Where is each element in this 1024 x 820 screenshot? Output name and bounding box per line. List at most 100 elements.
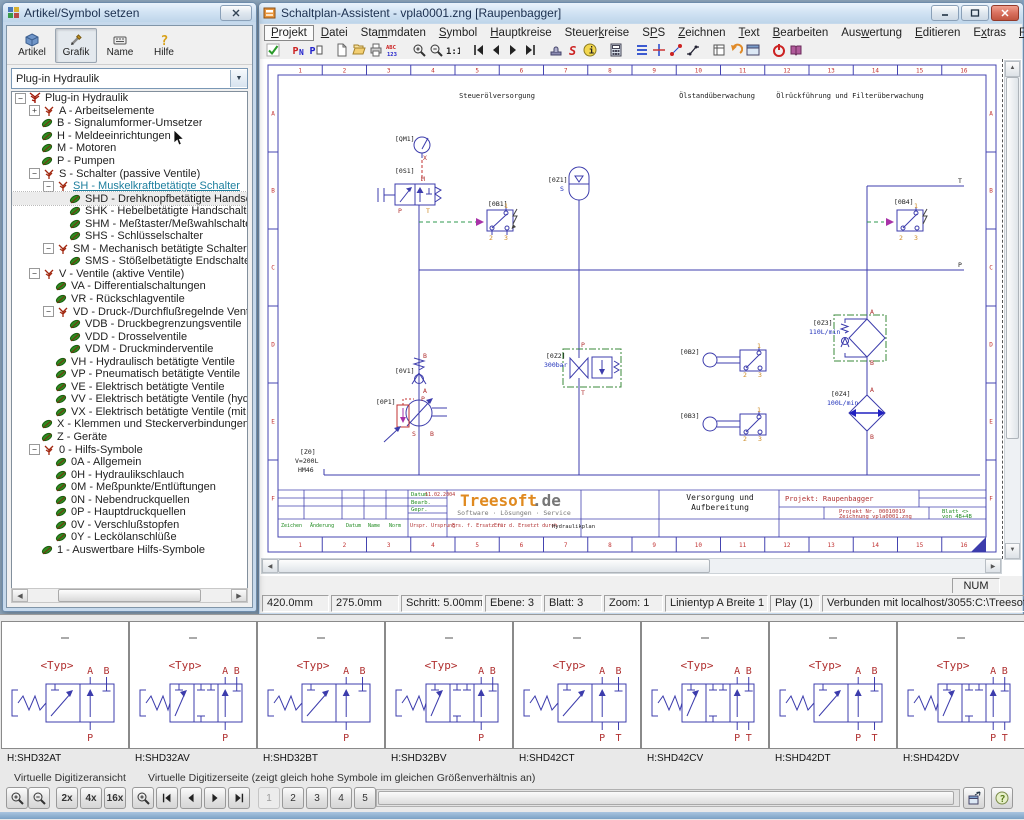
- zoom-factor-4x-button[interactable]: 4x: [80, 787, 102, 809]
- menu-sps[interactable]: SPS: [636, 26, 671, 40]
- menu-extras[interactable]: Extras: [967, 26, 1012, 40]
- pn-icon[interactable]: PN: [290, 42, 307, 58]
- accumulator-0z1[interactable]: [569, 167, 589, 200]
- menu-editieren[interactable]: Editieren: [909, 26, 966, 40]
- switch-0b3[interactable]: [703, 411, 766, 435]
- vscroll-thumb[interactable]: [1006, 77, 1019, 439]
- sheet-icon[interactable]: [710, 42, 727, 58]
- palette-titlebar[interactable]: Artikel/Symbol setzen: [3, 3, 256, 22]
- last-page-button[interactable]: [228, 787, 250, 809]
- tree-item[interactable]: −S - Schalter (passive Ventile): [12, 167, 247, 180]
- menu-bearbeiten[interactable]: Bearbeiten: [767, 26, 835, 40]
- page-1-button[interactable]: 1: [258, 787, 280, 809]
- palette-close-button[interactable]: [220, 5, 252, 21]
- grafik-button[interactable]: Grafik: [55, 28, 97, 63]
- zoom-in-icon[interactable]: [410, 42, 427, 58]
- tree-item[interactable]: 0M - Meßpunkte/Entlüftungen: [12, 481, 247, 494]
- tree-item[interactable]: P - Pumpen: [12, 155, 247, 168]
- tree-item[interactable]: VX - Elektrisch betätigte Ventile (mit e…: [12, 406, 247, 419]
- collapse-toggle[interactable]: −: [15, 93, 26, 104]
- zoom-factor-16x-button[interactable]: 16x: [104, 787, 126, 809]
- stamp-icon[interactable]: [547, 42, 564, 58]
- tree-item[interactable]: Z - Geräte: [12, 431, 247, 444]
- hscroll-thumb[interactable]: [278, 559, 710, 573]
- digitizer-magnify-button[interactable]: [132, 787, 154, 809]
- tree-item[interactable]: VV - Elektrisch betätigte Ventile (hydra…: [12, 393, 247, 406]
- menu-auswertung[interactable]: Auswertung: [835, 26, 908, 40]
- new-doc-icon[interactable]: [333, 42, 350, 58]
- tree-item[interactable]: H - Meldeeinrichtungen: [12, 130, 247, 143]
- switch-0b4[interactable]: [867, 207, 927, 231]
- undo-icon[interactable]: [727, 42, 744, 58]
- tree-item[interactable]: −VD - Druck-/Durchflußregelnde Ventile: [12, 305, 247, 318]
- canvas-hscrollbar[interactable]: ◀ ▶: [261, 558, 1002, 574]
- tree-hscroll-thumb[interactable]: [58, 589, 201, 602]
- potential-icon[interactable]: [667, 42, 684, 58]
- scroll-left-arrow[interactable]: ◀: [262, 559, 278, 573]
- menu-hauptkreise[interactable]: Hauptkreise: [484, 26, 557, 40]
- collapse-toggle[interactable]: −: [29, 268, 40, 279]
- relief-valve-0z2[interactable]: [563, 349, 621, 387]
- menu-datei[interactable]: Datei: [315, 26, 354, 40]
- tree-scroll-left[interactable]: ◀: [12, 589, 28, 602]
- collapse-toggle[interactable]: −: [43, 181, 54, 192]
- tree-scroll-right[interactable]: ▶: [231, 589, 247, 602]
- drawing-canvas[interactable]: 1122334455667788991010111112121313141415…: [260, 59, 1022, 575]
- nav-next-icon[interactable]: [504, 42, 521, 58]
- menu-symbol[interactable]: Symbol: [433, 26, 483, 40]
- nav-first-icon[interactable]: [470, 42, 487, 58]
- tree-item[interactable]: 0A - Allgemein: [12, 456, 247, 469]
- collapse-toggle[interactable]: −: [43, 306, 54, 317]
- page-5-button[interactable]: 5: [354, 787, 376, 809]
- close-button[interactable]: [991, 5, 1019, 21]
- menu-zeichnen[interactable]: Zeichnen: [672, 26, 731, 40]
- export-window-button[interactable]: [963, 787, 985, 809]
- digitizer-help-button[interactable]: ?: [991, 787, 1013, 809]
- digitizer-zoom-out-button[interactable]: [28, 787, 50, 809]
- minimize-button[interactable]: [931, 5, 959, 21]
- filter-0z3[interactable]: [834, 315, 886, 361]
- print-icon[interactable]: [367, 42, 384, 58]
- symbol-preview-cell[interactable]: <Typ>ABPT: [513, 621, 641, 749]
- calculator-icon[interactable]: [607, 42, 624, 58]
- artikel-button[interactable]: Artikel: [11, 28, 53, 63]
- tree-item[interactable]: −0 - Hilfs-Symbole: [12, 443, 247, 456]
- menu-projekt[interactable]: Projekt: [264, 25, 314, 41]
- menu-steuerkreise[interactable]: Steuerkreise: [559, 26, 636, 40]
- apply-check-icon[interactable]: [264, 42, 281, 58]
- digitizer-zoom-in-button[interactable]: [6, 787, 28, 809]
- tree-item[interactable]: 0P - Hauptdruckquellen: [12, 506, 247, 519]
- open-folder-icon[interactable]: [350, 42, 367, 58]
- zoom-factor-2x-button[interactable]: 2x: [56, 787, 78, 809]
- symbol-preview-cell[interactable]: <Typ>ABP: [257, 621, 385, 749]
- nav-last-icon[interactable]: [521, 42, 538, 58]
- cross-icon[interactable]: [650, 42, 667, 58]
- maximize-button[interactable]: [961, 5, 989, 21]
- switch-0b1[interactable]: [487, 207, 517, 235]
- scroll-up-arrow[interactable]: ▲: [1005, 61, 1020, 77]
- window-icon[interactable]: [744, 42, 761, 58]
- zoom-1-1-icon[interactable]: 1:1: [444, 42, 461, 58]
- tree-hscrollbar[interactable]: ◀ ▶: [11, 588, 248, 603]
- symbol-preview-cell[interactable]: <Typ>ABP: [1, 621, 129, 749]
- zoom-out-icon[interactable]: [427, 42, 444, 58]
- tree-item[interactable]: VA - Differentialschaltungen: [12, 280, 247, 293]
- tree-item[interactable]: −V - Ventile (aktive Ventile): [12, 268, 247, 281]
- switch-0b2[interactable]: [703, 347, 766, 371]
- scroll-down-arrow[interactable]: ▼: [1005, 543, 1020, 559]
- library-dropdown[interactable]: Plug-in Hydraulik ▼: [11, 68, 248, 89]
- symbol-preview-cell[interactable]: <Typ>ABPT: [769, 621, 897, 749]
- scroll-right-arrow[interactable]: ▶: [985, 559, 1001, 573]
- collapse-toggle[interactable]: −: [43, 243, 54, 254]
- symbol-preview-cell[interactable]: <Typ>ABPT: [897, 621, 1024, 749]
- menu-fenster[interactable]: Fenster: [1013, 26, 1024, 40]
- tree-item[interactable]: 0V - Verschlußstopfen: [12, 519, 247, 532]
- tree-item[interactable]: 0Y - Leckölanschlüße: [12, 531, 247, 544]
- digitizer-scroll-thumb[interactable]: [378, 791, 954, 805]
- tree-item[interactable]: X - Klemmen und Steckerverbindungen: [12, 418, 247, 431]
- tree-item[interactable]: 1 - Auswertbare Hilfs-Symbole: [12, 544, 247, 557]
- collapse-toggle[interactable]: −: [29, 444, 40, 455]
- abc-123-icon[interactable]: ABC123: [384, 42, 401, 58]
- nav-prev-icon[interactable]: [487, 42, 504, 58]
- tree-item[interactable]: +A - Arbeitselemente: [12, 105, 247, 118]
